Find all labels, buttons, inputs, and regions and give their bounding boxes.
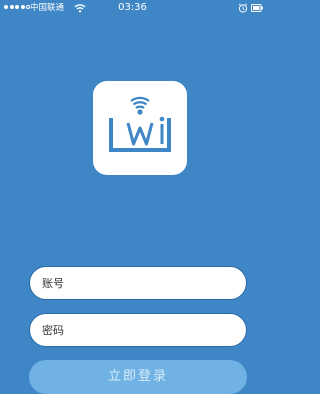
status-bar: 中国联通 03:36: [0, 0, 265, 16]
account-field[interactable]: [29, 266, 247, 300]
login-button[interactable]: 立即登录: [29, 360, 247, 394]
alarm-icon: [238, 3, 248, 13]
status-time: 03:36: [118, 2, 147, 13]
password-input[interactable]: [42, 323, 234, 337]
password-field[interactable]: [29, 313, 247, 347]
app-logo: [93, 81, 187, 175]
battery-icon: [251, 4, 263, 12]
wi-logo-icon: [109, 96, 171, 152]
account-input[interactable]: [42, 276, 234, 290]
